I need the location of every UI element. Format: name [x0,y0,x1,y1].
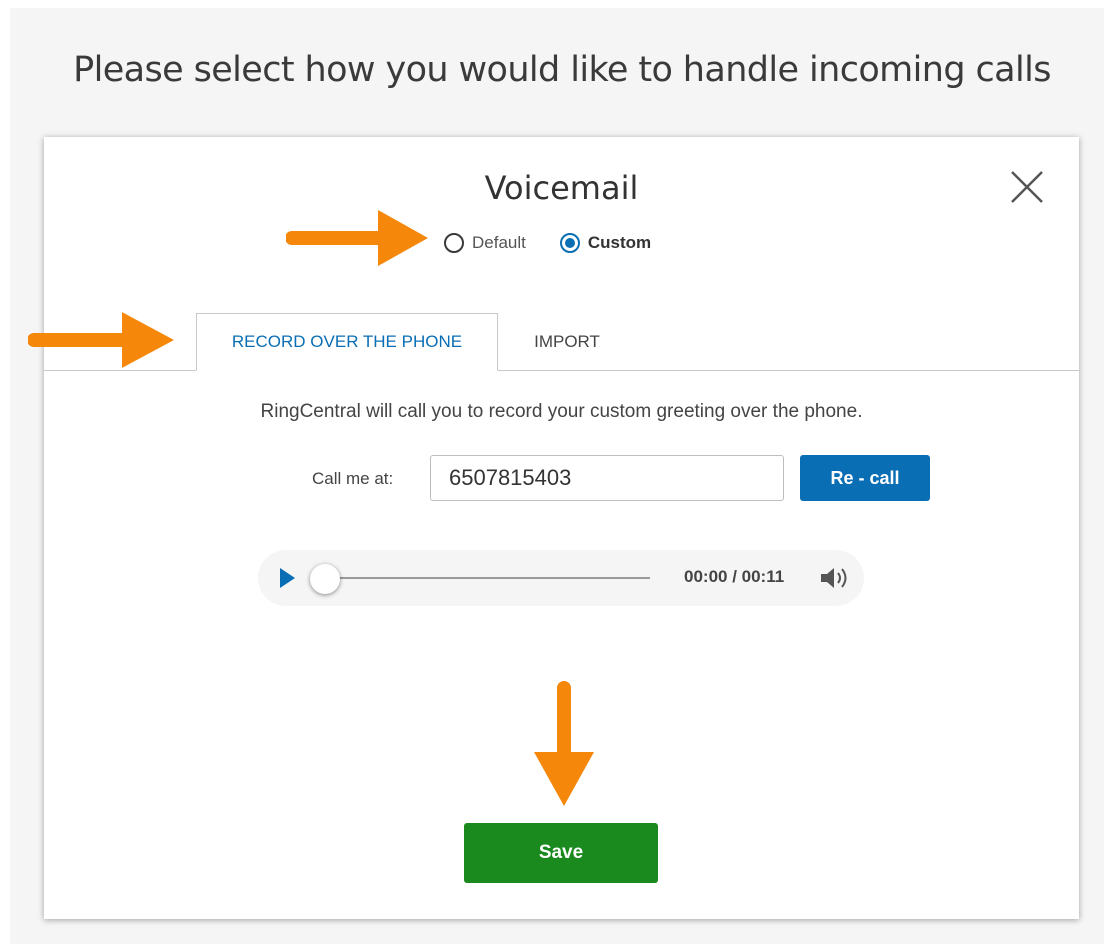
page-prompt: Please select how you would like to hand… [73,50,1051,90]
volume-icon[interactable] [818,565,852,591]
annotation-arrow-tab [28,312,174,368]
progress-thumb[interactable] [310,564,340,594]
audio-player: 00:00 / 00:11 [258,550,864,606]
radio-custom-circle[interactable] [559,233,580,253]
annotation-arrow-save [534,681,594,806]
play-icon[interactable] [280,568,295,588]
radio-custom[interactable]: Custom [559,233,652,253]
tab-import[interactable]: IMPORT [506,313,628,371]
save-button[interactable]: Save [464,823,658,883]
radio-default[interactable]: Default [444,233,526,253]
radio-default-circle[interactable] [444,233,464,253]
radio-default-label: Default [472,233,526,252]
dialog-title: Voicemail [484,169,639,207]
call-me-label: Call me at: [312,469,394,488]
progress-track[interactable] [320,577,650,579]
info-text: RingCentral will call you to record your… [260,401,863,422]
phone-number-input[interactable] [430,455,784,501]
greeting-radio-group: Default Custom [444,229,651,257]
tab-record-over-phone[interactable]: RECORD OVER THE PHONE [196,313,498,371]
time-display: 00:00 / 00:11 [684,567,785,586]
radio-custom-label: Custom [587,233,652,252]
annotation-arrow-radio [286,210,428,266]
recall-button[interactable]: Re - call [800,455,930,501]
close-icon[interactable] [1007,167,1047,207]
